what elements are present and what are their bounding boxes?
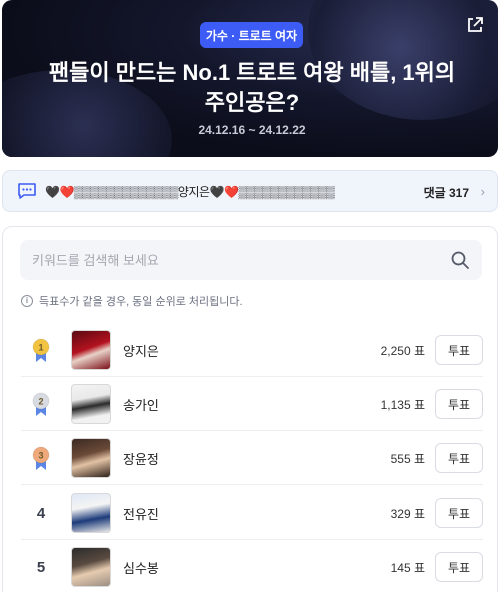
singer-name: 장윤정: [123, 452, 159, 467]
tie-notice: i 득표수가 같을 경우, 동일 순위로 처리됩니다.: [21, 293, 243, 309]
vote-button[interactable]: 투표: [435, 498, 483, 528]
medal-rank: 2: [38, 397, 43, 407]
share-icon[interactable]: [466, 16, 484, 34]
comment-icon: [18, 183, 36, 199]
singer-name: 양지은: [123, 344, 159, 359]
ranking-row: 1 양지은 2,250 표 투표: [21, 323, 483, 377]
vote-button[interactable]: 투표: [435, 335, 483, 365]
event-title: 팬들이 만드는 No.1 트로트 여왕 배틀, 1위의 주인공은?: [2, 58, 498, 118]
category-tag: 가수 · 트로트 여자: [200, 22, 303, 48]
event-banner: 가수 · 트로트 여자 팬들이 만드는 No.1 트로트 여왕 배틀, 1위의 …: [2, 0, 498, 157]
ranking-panel: i 득표수가 같을 경우, 동일 순위로 처리됩니다. 1 양지은 2,250 …: [2, 226, 498, 592]
comment-bar[interactable]: 🖤❤️▒▒▒▒▒▒▒▒▒▒▒▒▒양지은🖤❤️▒▒▒▒▒▒▒▒▒▒▒▒ 댓글 31…: [2, 170, 498, 212]
info-icon: i: [21, 295, 33, 307]
event-period: 24.12.16 ~ 24.12.22: [198, 123, 306, 137]
singer-name: 전유진: [123, 507, 159, 522]
gold-medal-icon: 1: [32, 338, 50, 362]
vote-count: 1,135 표: [380, 398, 425, 412]
event-title-line1: 팬들이 만드는 No.1 트로트 여왕 배틀, 1위의: [48, 60, 456, 85]
search-input[interactable]: [32, 250, 432, 270]
singer-photo: [71, 438, 111, 478]
ranking-row: 3 장윤정 555 표 투표: [21, 431, 483, 485]
ranking-row: 2 송가인 1,135 표 투표: [21, 377, 483, 431]
vote-count: 329 표: [390, 507, 425, 521]
vote-button[interactable]: 투표: [435, 389, 483, 419]
latest-comment-text: 🖤❤️▒▒▒▒▒▒▒▒▒▒▒▒▒양지은🖤❤️▒▒▒▒▒▒▒▒▒▒▒▒: [45, 185, 335, 199]
vote-button[interactable]: 투표: [435, 552, 483, 582]
search-box: [20, 240, 482, 280]
singer-photo: [71, 493, 111, 533]
vote-count: 555 표: [390, 452, 425, 466]
vote-count: 2,250 표: [380, 344, 425, 358]
medal-rank: 1: [38, 343, 43, 353]
singer-name: 송가인: [123, 398, 159, 413]
singer-name: 심수봉: [123, 561, 159, 576]
medal-rank: 3: [38, 451, 43, 461]
search-icon[interactable]: [450, 250, 470, 270]
vote-button[interactable]: 투표: [435, 443, 483, 473]
bronze-medal-icon: 3: [32, 446, 50, 470]
rank-number: 4: [36, 505, 46, 522]
silver-medal-icon: 2: [32, 392, 50, 416]
tie-notice-text: 득표수가 같을 경우, 동일 순위로 처리됩니다.: [39, 296, 243, 308]
chevron-right-icon: ›: [480, 184, 485, 199]
singer-photo: [71, 384, 111, 424]
ranking-row: 4 전유진 329 표 투표: [21, 486, 483, 540]
event-title-line2: 주인공은?: [204, 90, 300, 115]
rank-number: 5: [36, 559, 46, 576]
comment-count[interactable]: 댓글 317: [424, 184, 469, 201]
singer-photo: [71, 330, 111, 370]
vote-count: 145 표: [390, 561, 425, 575]
singer-photo: [71, 547, 111, 587]
ranking-row: 5 심수봉 145 표 투표: [21, 540, 483, 592]
